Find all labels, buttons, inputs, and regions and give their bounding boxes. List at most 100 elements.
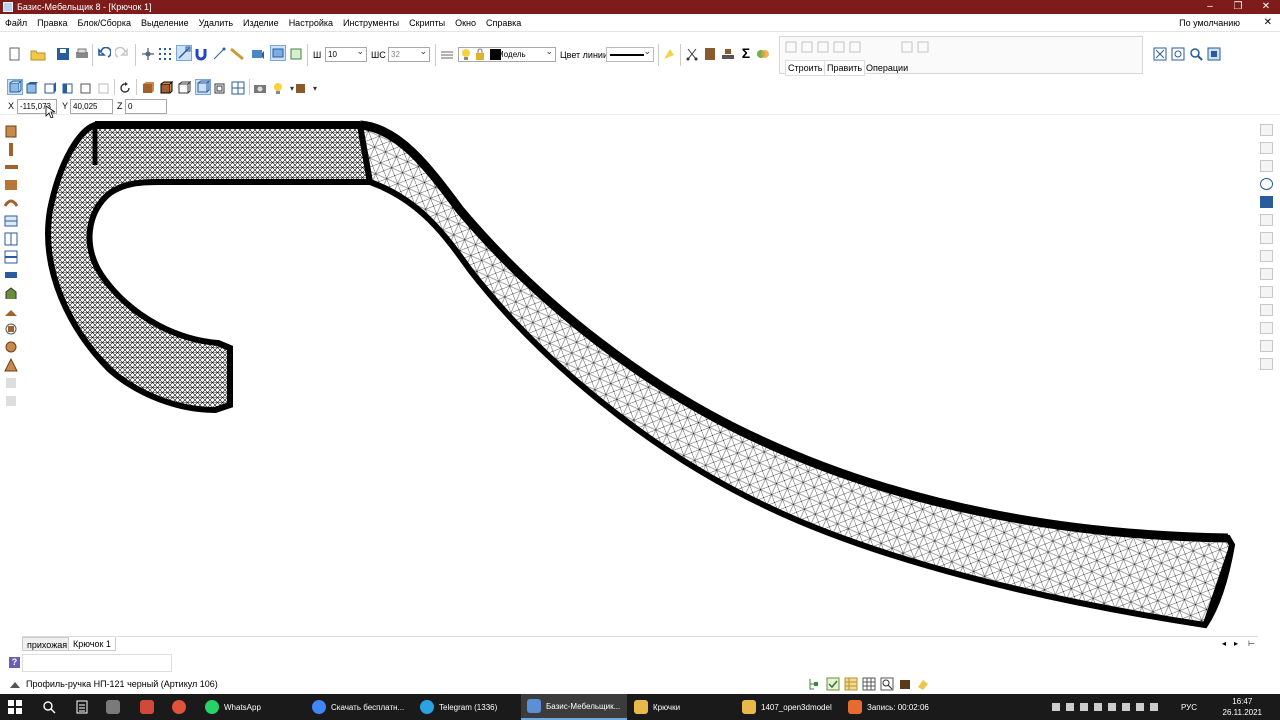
magnet-icon[interactable] xyxy=(194,46,208,62)
start-button[interactable] xyxy=(8,694,22,720)
line-color-select[interactable] xyxy=(606,45,654,62)
menu-selection[interactable]: Выделение xyxy=(136,14,194,32)
tray-icon[interactable] xyxy=(1052,703,1060,711)
menu-delete[interactable]: Удалить xyxy=(194,14,238,32)
sphere-icon[interactable] xyxy=(4,340,18,354)
tray-icon[interactable] xyxy=(1122,703,1130,711)
tray-icon[interactable] xyxy=(1080,703,1088,711)
dimension-icon[interactable] xyxy=(1260,358,1273,370)
minimize-button[interactable]: – xyxy=(1196,0,1224,14)
app-icon[interactable] xyxy=(106,694,125,720)
clock[interactable]: 16:47 26.11.2021 xyxy=(1223,696,1262,718)
tab-modify[interactable]: Править xyxy=(824,60,866,76)
taskbar-folder-model[interactable]: 1407_open3dmodel xyxy=(742,694,832,720)
menu-product[interactable]: Изделие xyxy=(238,14,284,32)
opera-icon[interactable] xyxy=(172,694,191,720)
rotate-view-icon[interactable] xyxy=(118,80,132,96)
horizontal-panel-icon[interactable] xyxy=(4,160,18,174)
curved-panel-icon[interactable] xyxy=(4,196,18,210)
divider-icon[interactable] xyxy=(4,232,18,246)
snap-icon[interactable] xyxy=(1260,160,1273,172)
coordinate-snap-icon[interactable] xyxy=(141,46,155,62)
command-line[interactable] xyxy=(22,654,172,672)
open-folder-icon[interactable] xyxy=(30,46,46,62)
document-close-button[interactable]: ✕ xyxy=(1264,14,1272,32)
menu-help[interactable]: Справка xyxy=(481,14,526,32)
cabinet-tool-icon[interactable] xyxy=(4,124,18,138)
wireframe-icon[interactable] xyxy=(177,80,191,96)
dimension-icon[interactable] xyxy=(1260,214,1273,226)
zoom-all-icon[interactable] xyxy=(1153,46,1167,62)
dimension-icon[interactable] xyxy=(1260,250,1273,262)
crosshair-icon[interactable] xyxy=(1260,178,1273,190)
zoom-icon[interactable] xyxy=(1189,46,1203,62)
undo-icon[interactable] xyxy=(97,46,111,62)
chevron-down-icon[interactable]: ▾ xyxy=(308,82,322,96)
view-top-icon[interactable] xyxy=(25,80,39,96)
line-tool-icon[interactable] xyxy=(212,46,226,62)
model-viewport[interactable] xyxy=(22,118,1258,634)
mic-icon[interactable] xyxy=(1066,703,1074,711)
box-icon[interactable] xyxy=(898,677,912,691)
preset-dropdown[interactable]: По умолчанию xyxy=(1179,14,1240,32)
taskbar-folder-hooks[interactable]: Крючки xyxy=(634,694,680,720)
view-front-icon[interactable] xyxy=(7,79,23,95)
menu-settings[interactable]: Настройка xyxy=(284,14,338,32)
object-snap-icon[interactable] xyxy=(176,45,192,61)
highlight-icon[interactable] xyxy=(662,46,676,62)
shelf-icon[interactable] xyxy=(4,250,18,264)
redo-icon[interactable] xyxy=(115,46,129,62)
light-bulb-icon[interactable] xyxy=(271,80,285,96)
wireframe-hidden-icon[interactable] xyxy=(195,79,211,95)
snap-icon[interactable] xyxy=(1260,142,1273,154)
tab-build[interactable]: Строить xyxy=(785,60,826,76)
shaded-edges-icon[interactable] xyxy=(159,80,173,96)
calculator-icon[interactable] xyxy=(76,694,88,720)
print-icon[interactable] xyxy=(75,46,89,62)
measure-icon[interactable] xyxy=(229,46,245,62)
language-indicator[interactable]: РУС xyxy=(1181,694,1197,720)
dimension-icon[interactable] xyxy=(1260,304,1273,316)
tab-scroll-right-icon[interactable]: ▸ xyxy=(1230,637,1242,651)
view-bottom-icon[interactable] xyxy=(97,80,111,96)
tray-icon[interactable] xyxy=(1094,703,1102,711)
view-mode-icon[interactable] xyxy=(251,46,265,62)
rotate-body-icon[interactable] xyxy=(4,322,18,336)
tree-icon[interactable] xyxy=(808,677,822,691)
new-file-icon[interactable] xyxy=(8,46,22,62)
fit-view-icon[interactable] xyxy=(1207,46,1221,62)
eraser-icon[interactable] xyxy=(916,677,930,691)
vertical-panel-icon[interactable] xyxy=(4,142,18,156)
tab-end-icon[interactable]: ⊢ xyxy=(1244,637,1259,651)
layers-icon[interactable] xyxy=(440,46,454,62)
volume-icon[interactable] xyxy=(1150,703,1158,711)
column-icon[interactable] xyxy=(4,286,18,300)
drawer-icon[interactable] xyxy=(4,214,18,228)
sum-icon[interactable]: Σ xyxy=(739,46,753,60)
height-input[interactable]: 32 xyxy=(388,45,430,62)
frame-view-icon[interactable] xyxy=(213,80,227,96)
menu-block[interactable]: Блок/Сборка xyxy=(73,14,136,32)
taskbar-telegram[interactable]: Telegram (1336) xyxy=(420,694,497,720)
cut-icon[interactable] xyxy=(685,46,699,62)
render-icon[interactable] xyxy=(289,46,303,62)
taskbar-whatsapp[interactable]: WhatsApp xyxy=(203,694,261,720)
help-icon[interactable]: ? xyxy=(9,657,20,668)
profile-icon[interactable] xyxy=(4,268,18,282)
close-button[interactable]: ✕ xyxy=(1252,0,1280,14)
materials-icon[interactable] xyxy=(756,46,770,62)
z-input[interactable]: 0 xyxy=(125,99,167,114)
view-back-icon[interactable] xyxy=(79,80,93,96)
hidden-lines-icon[interactable] xyxy=(270,45,286,61)
check-icon[interactable] xyxy=(826,677,840,691)
menu-tools[interactable]: Инструменты xyxy=(338,14,404,32)
ruler-icon[interactable] xyxy=(1260,196,1273,208)
grid-icon[interactable] xyxy=(862,677,876,691)
taskbar-chrome[interactable]: Скачать бесплатн... xyxy=(312,694,404,720)
search-icon[interactable] xyxy=(42,694,56,720)
taskbar-recorder[interactable]: Запись: 00:02:06 xyxy=(848,694,929,720)
extrude-icon[interactable] xyxy=(4,304,18,318)
taskbar-bazis[interactable]: Базис-Мебельщик... xyxy=(521,694,627,720)
material-icon[interactable] xyxy=(294,80,308,96)
y-input[interactable]: 40,025 xyxy=(70,99,113,114)
